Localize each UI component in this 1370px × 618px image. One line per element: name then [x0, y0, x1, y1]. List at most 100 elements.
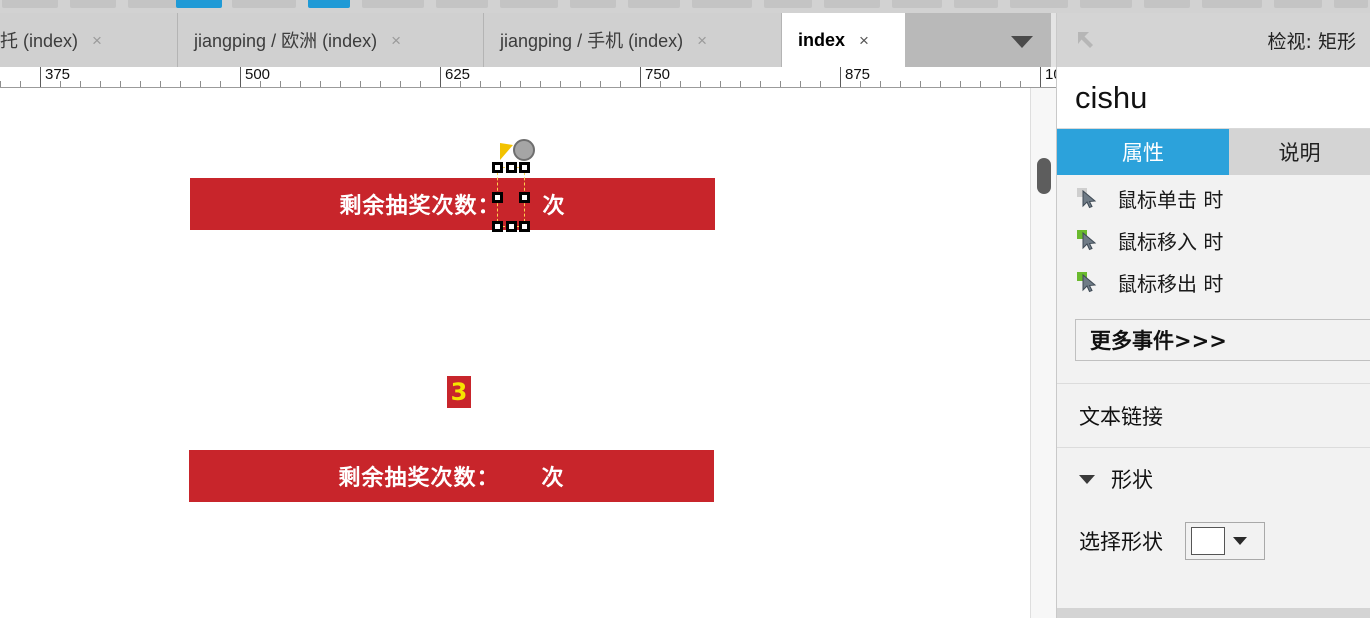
toolbar-button-12[interactable] [764, 0, 812, 8]
ruler-minor-tick [560, 81, 561, 87]
toolbar-button-10[interactable] [628, 0, 680, 8]
ruler-major-tick: 625 [440, 67, 470, 87]
ruler-major-tick: 750 [640, 67, 670, 87]
resize-handle-nw[interactable] [492, 162, 503, 173]
tab-properties[interactable]: 属性 [1057, 129, 1229, 175]
toolbar-button-16[interactable] [1010, 0, 1068, 8]
ruler-minor-tick [780, 81, 781, 87]
inspector-footer-strip [1057, 608, 1370, 618]
lottery-banner-bottom[interactable]: 剩余抽奖次数： 次 [189, 450, 714, 502]
toolbar-button-14[interactable] [892, 0, 942, 8]
toolbar-button-7[interactable] [436, 0, 488, 8]
toolbar-button-13[interactable] [824, 0, 880, 8]
event-row-mouseleave[interactable]: 鼠标移出 时 [1057, 261, 1370, 303]
canvas-vertical-scrollbar[interactable] [1030, 88, 1057, 618]
text-link-row[interactable]: 文本链接 [1057, 384, 1370, 448]
horizontal-ruler: 375 500 625 750 875 10 [0, 67, 1057, 88]
ruler-minor-tick [820, 81, 821, 87]
toolbar-button-19[interactable] [1202, 0, 1262, 8]
ruler-minor-tick [800, 81, 801, 87]
selected-widget-handles[interactable] [492, 139, 535, 232]
toolbar-button-0[interactable] [2, 0, 58, 8]
select-shape-label: 选择形状 [1079, 530, 1163, 554]
ruler-minor-tick [420, 81, 421, 87]
tab-properties-label: 属性 [1122, 141, 1164, 165]
cursor-leave-icon [1075, 270, 1099, 294]
event-row-mouseenter[interactable]: 鼠标移入 时 [1057, 219, 1370, 261]
ruler-minor-tick [720, 81, 721, 87]
select-shape-row: 选择形状 [1057, 510, 1370, 572]
chevron-down-icon [1011, 36, 1033, 48]
close-icon[interactable]: × [697, 32, 707, 49]
page-tab-1[interactable]: jiangping / 欧洲 (index) × [178, 13, 484, 67]
page-tab-2[interactable]: jiangping / 手机 (index) × [484, 13, 782, 67]
toolbar-button-18[interactable] [1144, 0, 1190, 8]
shape-preview-swatch [1191, 527, 1225, 555]
toolbar-button-8[interactable] [500, 0, 558, 8]
ruler-minor-tick [1000, 81, 1001, 87]
ruler-minor-tick [900, 81, 901, 87]
page-tab-title: index [798, 29, 846, 50]
ruler-minor-tick [120, 81, 121, 87]
toolbar-button-4[interactable] [232, 0, 296, 8]
inspector-title: 检视: 矩形 [1267, 30, 1356, 53]
page-tab-0[interactable]: / 摩托 (index) × [0, 13, 178, 67]
more-events-label: 更多事件>>> [1090, 329, 1227, 353]
ruler-minor-tick [320, 81, 321, 87]
lottery-banner-top[interactable]: 剩余抽奖次数： 次 [190, 178, 715, 230]
shape-select-dropdown[interactable] [1185, 522, 1265, 560]
ruler-minor-tick [280, 81, 281, 87]
page-tab-title: jiangping / 手机 (index) [500, 31, 684, 51]
rotate-handle[interactable] [513, 139, 535, 161]
arrow-up-left-icon[interactable] [1073, 27, 1099, 53]
toolbar-button-2[interactable] [128, 0, 178, 8]
more-events-button[interactable]: 更多事件>>> [1075, 319, 1370, 361]
resize-handle-ne[interactable] [519, 162, 530, 173]
toolbar-button-6[interactable] [362, 0, 424, 8]
ruler-minor-tick [480, 81, 481, 87]
resize-handle-s[interactable] [505, 221, 517, 232]
ruler-minor-tick [160, 81, 161, 87]
inspector-header: 检视: 矩形 [1057, 13, 1370, 67]
close-icon[interactable]: × [92, 32, 102, 49]
banner-bottom-label: 剩余抽奖次数： [338, 466, 500, 491]
toolbar-button-21[interactable] [1334, 0, 1368, 8]
toolbar-button-3[interactable] [176, 0, 222, 8]
toolbar-button-15[interactable] [954, 0, 998, 8]
main-toolbar-strip [0, 0, 1370, 13]
count-value-box[interactable]: 3 [447, 376, 471, 408]
ruler-minor-tick [880, 81, 881, 87]
ruler-label: 500 [245, 67, 271, 83]
axure-editor-window: index × jiangping / 手机 (index) × jiangping /… [0, 0, 1370, 618]
toolbar-button-20[interactable] [1274, 0, 1322, 8]
scrollbar-thumb[interactable] [1037, 158, 1051, 194]
event-row-click[interactable]: 鼠标单击 时 [1057, 177, 1370, 219]
shape-section-header[interactable]: 形状 [1057, 448, 1370, 510]
toolbar-button-5[interactable] [308, 0, 350, 8]
design-canvas[interactable]: 剩余抽奖次数： 次 3 剩余抽奖次数： 次 [0, 88, 1030, 618]
resize-handle-n[interactable] [505, 162, 517, 173]
toolbar-button-1[interactable] [70, 0, 116, 8]
tab-notes-label: 说明 [1278, 141, 1321, 165]
toolbar-button-9[interactable] [570, 0, 616, 8]
tab-overflow-dropdown[interactable] [905, 13, 1051, 67]
chevron-down-icon [1079, 474, 1095, 484]
resize-handle-sw[interactable] [492, 221, 503, 232]
resize-handle-se[interactable] [519, 221, 530, 232]
toolbar-button-11[interactable] [692, 0, 752, 8]
toolbar-button-17[interactable] [1080, 0, 1132, 8]
ruler-minor-tick [680, 81, 681, 87]
close-icon[interactable]: × [391, 32, 401, 49]
page-tab-3[interactable]: index × [782, 13, 905, 67]
resize-handle-e[interactable] [519, 191, 530, 203]
event-mouseenter-label: 鼠标移入 时 [1117, 229, 1224, 254]
ruler-minor-tick [740, 81, 741, 87]
resize-handle-w[interactable] [492, 191, 503, 203]
close-icon[interactable]: × [859, 32, 869, 49]
ruler-label: 375 [45, 67, 71, 83]
banner-top-suffix: 次 [542, 194, 566, 219]
widget-name-field[interactable]: cishu [1057, 67, 1370, 129]
ruler-minor-tick [520, 81, 521, 87]
ruler-minor-tick [80, 81, 81, 87]
tab-notes[interactable]: 说明 [1229, 129, 1370, 175]
